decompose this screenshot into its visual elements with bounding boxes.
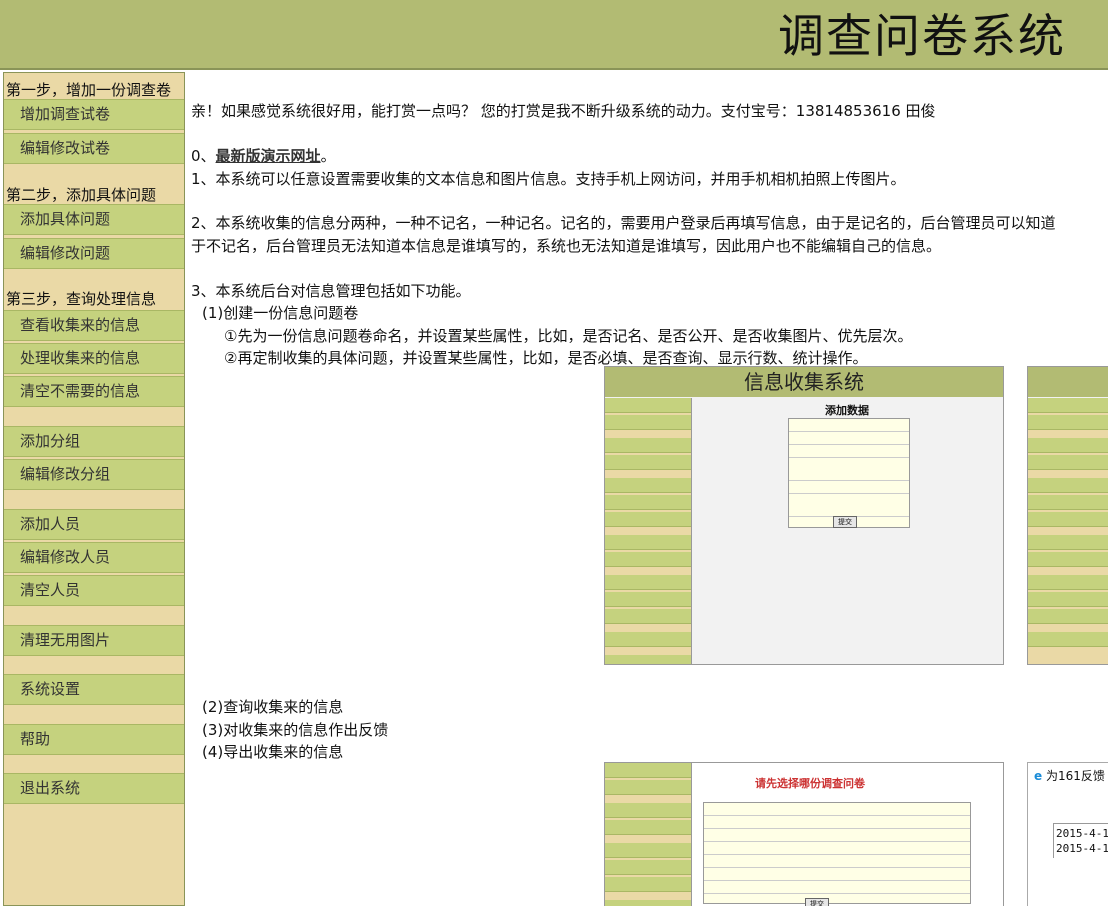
step-1-heading: 第一步，增加一份调查卷	[6, 81, 172, 99]
screenshot2-sidebar	[1028, 398, 1108, 664]
app-header: 调查问卷系统	[0, 0, 1108, 70]
screenshot-add-data: 信息收集系统 添加数据 提交	[604, 366, 1004, 665]
step-3-heading: 第三步，查询处理信息	[6, 290, 157, 308]
paragraph-3-1: (1)创建一份信息问题卷	[202, 304, 359, 322]
sidebar-item-edit-group[interactable]: 编辑修改分组	[4, 459, 184, 490]
sidebar-item-settings[interactable]: 系统设置	[4, 674, 184, 705]
sidebar-item-add-user[interactable]: 添加人员	[4, 509, 184, 540]
screenshot-query-info: 请先选择哪份调查问卷 提交	[604, 762, 1004, 906]
sidebar-item-add-question[interactable]: 添加具体问题	[4, 204, 184, 235]
sidebar-item-add-survey[interactable]: 增加调查试卷	[4, 99, 184, 130]
paragraph-3-3: (3)对收集来的信息作出反馈	[202, 721, 389, 739]
paragraph-2a: 2、本系统收集的信息分两种，一种不记名，一种记名。记名的，需要用户登录后再填写信…	[191, 214, 1056, 232]
screenshot-sidebar-preview	[1027, 366, 1108, 665]
paragraph-3: 3、本系统后台对信息管理包括如下功能。	[191, 282, 471, 300]
screenshot-form	[788, 418, 910, 528]
paragraph-2b: 于不记名，后台管理员无法知道本信息是谁填写的，系统也无法知道是谁填写，因此用户也…	[191, 237, 942, 255]
sidebar-item-clean-images[interactable]: 清理无用图片	[4, 625, 184, 656]
sidebar: 第一步，增加一份调查卷 增加调查试卷 编辑修改试卷 第二步，添加具体问题 添加具…	[3, 72, 185, 906]
sidebar-item-clear-users[interactable]: 清空人员	[4, 575, 184, 606]
screenshot3-sidebar	[605, 763, 692, 906]
ie-icon: e	[1034, 769, 1043, 783]
screenshot3-form	[703, 802, 971, 904]
step-2-heading: 第二步，添加具体问题	[6, 186, 157, 204]
screenshot-submit-button: 提交	[833, 516, 857, 528]
screenshot3-red-title: 请先选择哪份调查问卷	[755, 777, 865, 790]
screenshot-header: 信息收集系统	[605, 367, 1003, 397]
sidebar-item-edit-user[interactable]: 编辑修改人员	[4, 542, 184, 573]
screenshot-sidebar	[605, 398, 692, 664]
sidebar-item-edit-question[interactable]: 编辑修改问题	[4, 238, 184, 269]
p0-prefix: 0、	[191, 147, 216, 165]
paragraph-3-1a: ①先为一份信息问题卷命名，并设置某些属性，比如，是否记名、是否公开、是否收集图片…	[224, 327, 913, 345]
feedback-line: 2015-4-1	[1056, 827, 1108, 840]
sidebar-item-add-group[interactable]: 添加分组	[4, 426, 184, 457]
screenshot3-submit-button: 提交	[805, 898, 829, 906]
demo-link[interactable]: 最新版演示网址	[216, 147, 321, 165]
sidebar-item-edit-survey[interactable]: 编辑修改试卷	[4, 133, 184, 164]
screenshot-form-title: 添加数据	[825, 404, 869, 417]
sidebar-item-view-info[interactable]: 查看收集来的信息	[4, 310, 184, 341]
sidebar-item-process-info[interactable]: 处理收集来的信息	[4, 343, 184, 374]
main-content: 亲！如果感觉系统很好用，能打赏一点吗？ 您的打赏是我不断升级系统的动力。支付宝号…	[189, 72, 1108, 906]
app-title: 调查问卷系统	[778, 9, 1066, 63]
sidebar-item-logout[interactable]: 退出系统	[4, 773, 184, 804]
sidebar-item-clear-info[interactable]: 清空不需要的信息	[4, 376, 184, 407]
paragraph-3-2: (2)查询收集来的信息	[202, 698, 344, 716]
feedback-line: 2015-4-1	[1056, 842, 1108, 855]
feedback-list: 2015-4-1 2015-4-1	[1053, 823, 1108, 858]
paragraph-1: 1、本系统可以任意设置需要收集的文本信息和图片信息。支持手机上网访问，并用手机相…	[191, 170, 906, 188]
paragraph-3-4: (4)导出收集来的信息	[202, 743, 344, 761]
donate-text: 亲！如果感觉系统很好用，能打赏一点吗？ 您的打赏是我不断升级系统的动力。支付宝号…	[191, 102, 936, 120]
feedback-window-title: e 为161反馈	[1034, 769, 1105, 783]
screenshot-feedback-window: e 为161反馈 2015-4-1 2015-4-1	[1027, 762, 1108, 906]
paragraph-0: 0、最新版演示网址。	[191, 145, 336, 166]
p0-suffix: 。	[320, 147, 336, 165]
paragraph-3-1b: ②再定制收集的具体问题，并设置某些属性，比如，是否必填、是否查询、显示行数、统计…	[224, 349, 868, 367]
screenshot2-header	[1028, 367, 1108, 397]
sidebar-item-help[interactable]: 帮助	[4, 724, 184, 755]
